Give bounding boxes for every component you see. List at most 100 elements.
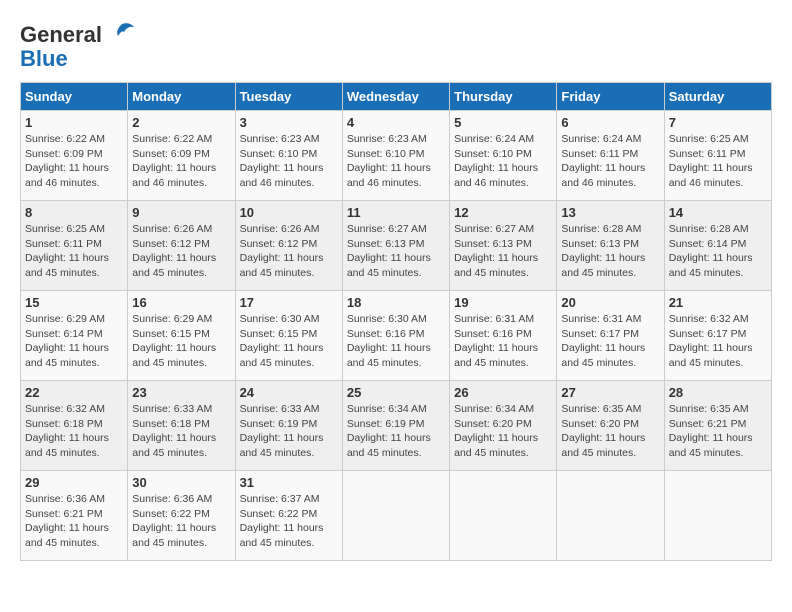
day-info: Sunrise: 6:30 AM Sunset: 6:15 PM Dayligh…: [240, 312, 338, 371]
calendar-cell: [450, 471, 557, 561]
calendar-cell: 13 Sunrise: 6:28 AM Sunset: 6:13 PM Dayl…: [557, 201, 664, 291]
day-number: 2: [132, 115, 230, 130]
calendar-cell: 28 Sunrise: 6:35 AM Sunset: 6:21 PM Dayl…: [664, 381, 771, 471]
day-number: 5: [454, 115, 552, 130]
calendar-cell: 11 Sunrise: 6:27 AM Sunset: 6:13 PM Dayl…: [342, 201, 449, 291]
day-info: Sunrise: 6:32 AM Sunset: 6:17 PM Dayligh…: [669, 312, 767, 371]
day-info: Sunrise: 6:28 AM Sunset: 6:14 PM Dayligh…: [669, 222, 767, 281]
calendar-cell: 19 Sunrise: 6:31 AM Sunset: 6:16 PM Dayl…: [450, 291, 557, 381]
calendar-cell: [664, 471, 771, 561]
day-number: 29: [25, 475, 123, 490]
day-number: 19: [454, 295, 552, 310]
day-number: 4: [347, 115, 445, 130]
day-info: Sunrise: 6:33 AM Sunset: 6:19 PM Dayligh…: [240, 402, 338, 461]
day-info: Sunrise: 6:34 AM Sunset: 6:19 PM Dayligh…: [347, 402, 445, 461]
weekday-header-wednesday: Wednesday: [342, 83, 449, 111]
day-number: 7: [669, 115, 767, 130]
calendar-cell: 26 Sunrise: 6:34 AM Sunset: 6:20 PM Dayl…: [450, 381, 557, 471]
day-info: Sunrise: 6:31 AM Sunset: 6:16 PM Dayligh…: [454, 312, 552, 371]
day-info: Sunrise: 6:27 AM Sunset: 6:13 PM Dayligh…: [347, 222, 445, 281]
day-info: Sunrise: 6:28 AM Sunset: 6:13 PM Dayligh…: [561, 222, 659, 281]
calendar-cell: [342, 471, 449, 561]
day-number: 6: [561, 115, 659, 130]
day-info: Sunrise: 6:35 AM Sunset: 6:20 PM Dayligh…: [561, 402, 659, 461]
day-number: 24: [240, 385, 338, 400]
day-number: 17: [240, 295, 338, 310]
calendar-table: SundayMondayTuesdayWednesdayThursdayFrid…: [20, 82, 772, 561]
weekday-header-monday: Monday: [128, 83, 235, 111]
day-info: Sunrise: 6:34 AM Sunset: 6:20 PM Dayligh…: [454, 402, 552, 461]
calendar-cell: 10 Sunrise: 6:26 AM Sunset: 6:12 PM Dayl…: [235, 201, 342, 291]
calendar-cell: 27 Sunrise: 6:35 AM Sunset: 6:20 PM Dayl…: [557, 381, 664, 471]
calendar-cell: 12 Sunrise: 6:27 AM Sunset: 6:13 PM Dayl…: [450, 201, 557, 291]
logo-general: General: [20, 22, 102, 48]
weekday-header-sunday: Sunday: [21, 83, 128, 111]
day-info: Sunrise: 6:37 AM Sunset: 6:22 PM Dayligh…: [240, 492, 338, 551]
day-info: Sunrise: 6:35 AM Sunset: 6:21 PM Dayligh…: [669, 402, 767, 461]
calendar-cell: 21 Sunrise: 6:32 AM Sunset: 6:17 PM Dayl…: [664, 291, 771, 381]
calendar-cell: 8 Sunrise: 6:25 AM Sunset: 6:11 PM Dayli…: [21, 201, 128, 291]
day-number: 31: [240, 475, 338, 490]
calendar-cell: 23 Sunrise: 6:33 AM Sunset: 6:18 PM Dayl…: [128, 381, 235, 471]
day-number: 14: [669, 205, 767, 220]
calendar-cell: 18 Sunrise: 6:30 AM Sunset: 6:16 PM Dayl…: [342, 291, 449, 381]
day-number: 21: [669, 295, 767, 310]
day-info: Sunrise: 6:29 AM Sunset: 6:15 PM Dayligh…: [132, 312, 230, 371]
day-number: 3: [240, 115, 338, 130]
day-info: Sunrise: 6:24 AM Sunset: 6:10 PM Dayligh…: [454, 132, 552, 191]
calendar-cell: 14 Sunrise: 6:28 AM Sunset: 6:14 PM Dayl…: [664, 201, 771, 291]
day-info: Sunrise: 6:23 AM Sunset: 6:10 PM Dayligh…: [240, 132, 338, 191]
weekday-header-thursday: Thursday: [450, 83, 557, 111]
day-number: 15: [25, 295, 123, 310]
day-info: Sunrise: 6:22 AM Sunset: 6:09 PM Dayligh…: [132, 132, 230, 191]
day-number: 1: [25, 115, 123, 130]
day-number: 28: [669, 385, 767, 400]
day-number: 23: [132, 385, 230, 400]
calendar-cell: 2 Sunrise: 6:22 AM Sunset: 6:09 PM Dayli…: [128, 111, 235, 201]
day-info: Sunrise: 6:32 AM Sunset: 6:18 PM Dayligh…: [25, 402, 123, 461]
calendar-cell: 24 Sunrise: 6:33 AM Sunset: 6:19 PM Dayl…: [235, 381, 342, 471]
day-number: 11: [347, 205, 445, 220]
day-info: Sunrise: 6:33 AM Sunset: 6:18 PM Dayligh…: [132, 402, 230, 461]
day-info: Sunrise: 6:25 AM Sunset: 6:11 PM Dayligh…: [25, 222, 123, 281]
logo-bird-icon: [106, 20, 136, 50]
day-info: Sunrise: 6:22 AM Sunset: 6:09 PM Dayligh…: [25, 132, 123, 191]
day-info: Sunrise: 6:31 AM Sunset: 6:17 PM Dayligh…: [561, 312, 659, 371]
calendar-cell: 6 Sunrise: 6:24 AM Sunset: 6:11 PM Dayli…: [557, 111, 664, 201]
day-info: Sunrise: 6:36 AM Sunset: 6:21 PM Dayligh…: [25, 492, 123, 551]
day-number: 18: [347, 295, 445, 310]
calendar-cell: 17 Sunrise: 6:30 AM Sunset: 6:15 PM Dayl…: [235, 291, 342, 381]
day-number: 30: [132, 475, 230, 490]
day-number: 22: [25, 385, 123, 400]
day-info: Sunrise: 6:26 AM Sunset: 6:12 PM Dayligh…: [240, 222, 338, 281]
day-number: 13: [561, 205, 659, 220]
day-info: Sunrise: 6:27 AM Sunset: 6:13 PM Dayligh…: [454, 222, 552, 281]
calendar-cell: 16 Sunrise: 6:29 AM Sunset: 6:15 PM Dayl…: [128, 291, 235, 381]
day-info: Sunrise: 6:36 AM Sunset: 6:22 PM Dayligh…: [132, 492, 230, 551]
day-number: 9: [132, 205, 230, 220]
weekday-header-saturday: Saturday: [664, 83, 771, 111]
calendar-cell: 4 Sunrise: 6:23 AM Sunset: 6:10 PM Dayli…: [342, 111, 449, 201]
calendar-cell: 20 Sunrise: 6:31 AM Sunset: 6:17 PM Dayl…: [557, 291, 664, 381]
calendar-cell: [557, 471, 664, 561]
day-info: Sunrise: 6:24 AM Sunset: 6:11 PM Dayligh…: [561, 132, 659, 191]
day-number: 12: [454, 205, 552, 220]
day-number: 16: [132, 295, 230, 310]
calendar-cell: 1 Sunrise: 6:22 AM Sunset: 6:09 PM Dayli…: [21, 111, 128, 201]
calendar-cell: 30 Sunrise: 6:36 AM Sunset: 6:22 PM Dayl…: [128, 471, 235, 561]
day-info: Sunrise: 6:26 AM Sunset: 6:12 PM Dayligh…: [132, 222, 230, 281]
day-info: Sunrise: 6:30 AM Sunset: 6:16 PM Dayligh…: [347, 312, 445, 371]
calendar-cell: 7 Sunrise: 6:25 AM Sunset: 6:11 PM Dayli…: [664, 111, 771, 201]
calendar-cell: 25 Sunrise: 6:34 AM Sunset: 6:19 PM Dayl…: [342, 381, 449, 471]
day-info: Sunrise: 6:29 AM Sunset: 6:14 PM Dayligh…: [25, 312, 123, 371]
day-number: 26: [454, 385, 552, 400]
day-number: 8: [25, 205, 123, 220]
weekday-header-friday: Friday: [557, 83, 664, 111]
day-info: Sunrise: 6:25 AM Sunset: 6:11 PM Dayligh…: [669, 132, 767, 191]
day-number: 10: [240, 205, 338, 220]
calendar-cell: 5 Sunrise: 6:24 AM Sunset: 6:10 PM Dayli…: [450, 111, 557, 201]
calendar-cell: 3 Sunrise: 6:23 AM Sunset: 6:10 PM Dayli…: [235, 111, 342, 201]
logo: General Blue: [20, 20, 136, 72]
calendar-cell: 29 Sunrise: 6:36 AM Sunset: 6:21 PM Dayl…: [21, 471, 128, 561]
day-number: 25: [347, 385, 445, 400]
